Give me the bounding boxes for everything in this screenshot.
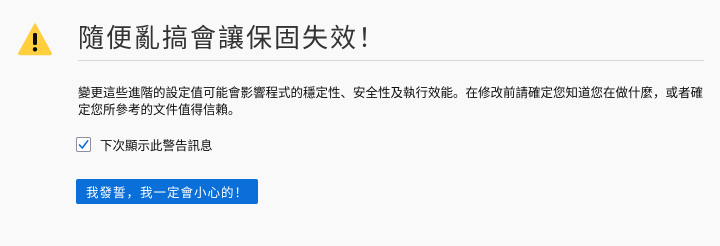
accept-risk-button[interactable]: 我發誓，我一定會小心的！ bbox=[76, 179, 258, 204]
page-title: 隨便亂搞會讓保固失效！ bbox=[78, 24, 387, 54]
show-warning-label[interactable]: 下次顯示此警告訊息 bbox=[100, 135, 213, 154]
warning-description: 變更這些進階的設定值可能會影響程式的穩定性、安全性及執行效能。在修改前請確定您知… bbox=[78, 85, 704, 117]
show-warning-checkbox[interactable] bbox=[76, 137, 91, 152]
show-warning-option[interactable]: 下次顯示此警告訊息 bbox=[76, 135, 213, 154]
title-divider bbox=[78, 60, 704, 61]
warning-triangle-icon bbox=[18, 22, 52, 56]
checkmark-icon bbox=[78, 139, 89, 150]
about-config-warning-page: 隨便亂搞會讓保固失效！ 變更這些進階的設定值可能會影響程式的穩定性、安全性及執行… bbox=[0, 0, 720, 246]
